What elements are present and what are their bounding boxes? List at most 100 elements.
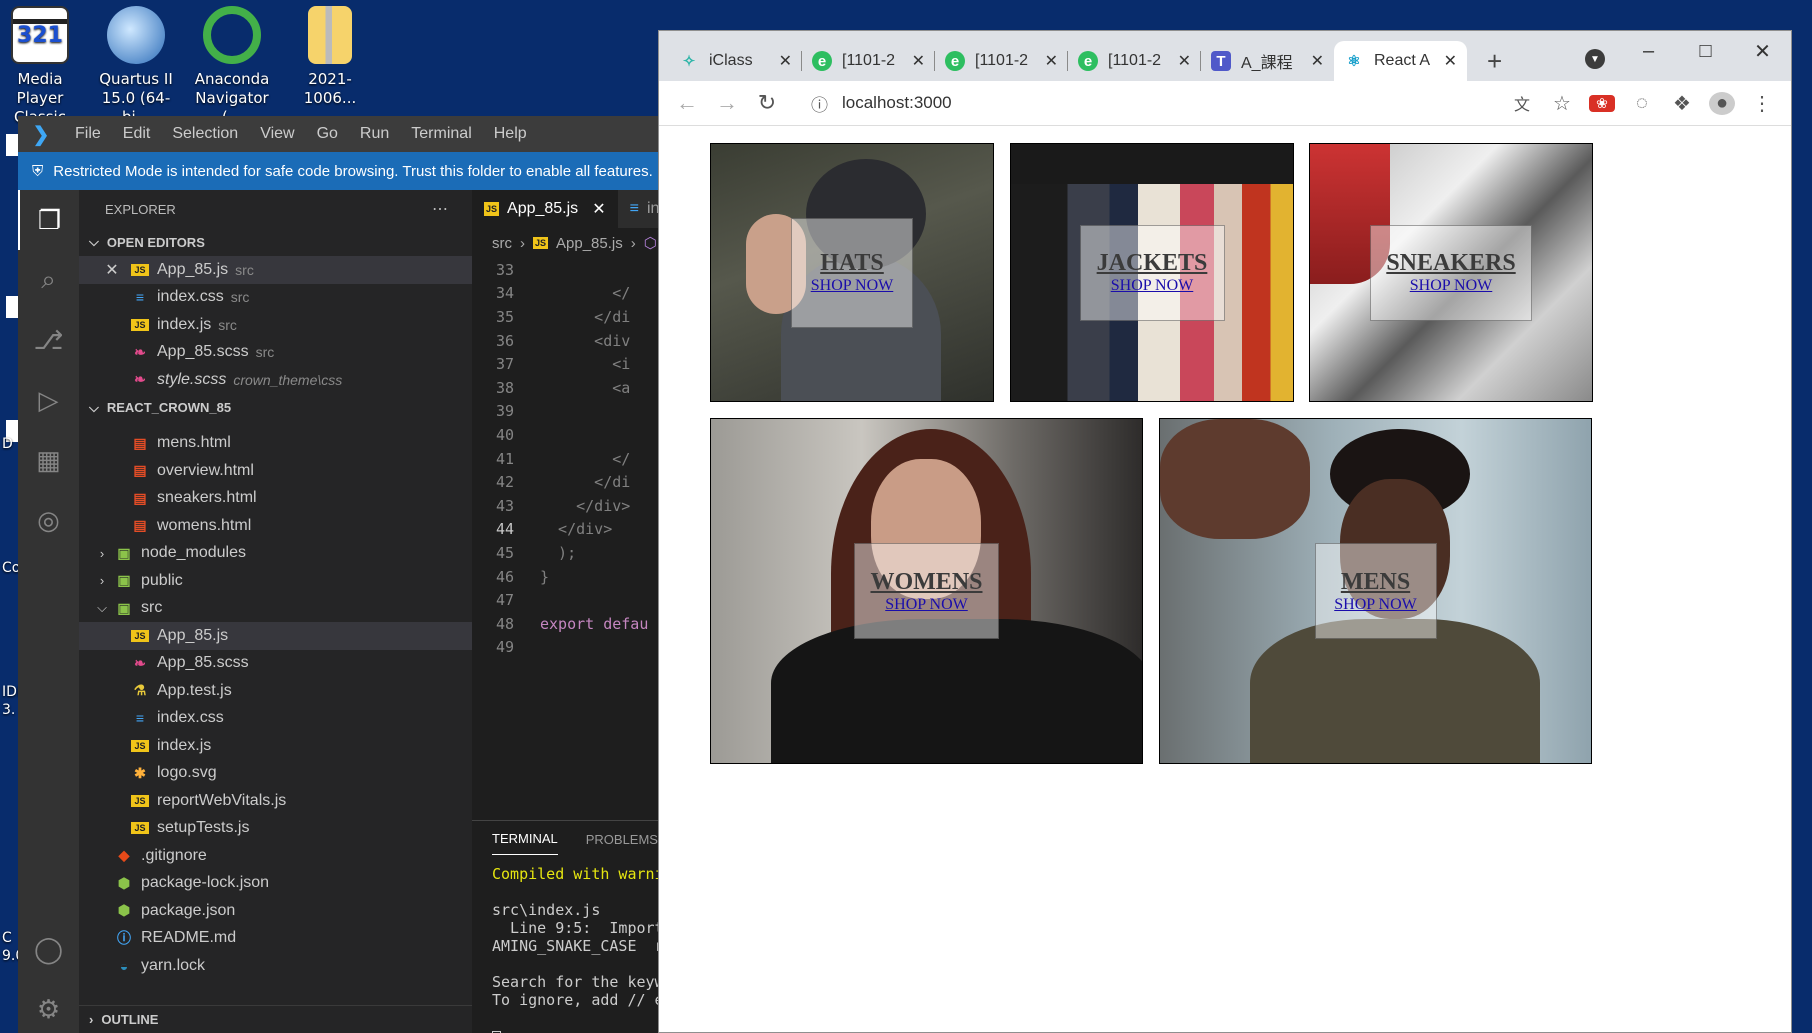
file-row[interactable]: JS setupTests.js <box>79 815 472 843</box>
browser-tab-evernote-3[interactable]: e [1101-2 ✕ <box>1068 41 1201 81</box>
tab-terminal[interactable]: TERMINAL <box>492 831 558 855</box>
breadcrumb-src[interactable]: src <box>492 235 512 252</box>
explorer-icon[interactable]: ❐ <box>18 190 79 250</box>
new-tab-button[interactable]: + <box>1467 46 1518 81</box>
info-icon[interactable]: ⓘ <box>811 91 828 116</box>
browser-tab-react-app[interactable]: ⚛ React A ✕ <box>1334 41 1467 81</box>
category-tile-sneakers[interactable]: SNEAKERS SHOP NOW <box>1309 143 1593 402</box>
file-row[interactable]: ◆ .gitignore <box>79 842 472 870</box>
file-row[interactable]: ◒ yarn.lock <box>79 952 472 980</box>
menu-go[interactable]: Go <box>306 125 349 143</box>
maximize-button[interactable]: □ <box>1677 31 1734 71</box>
code-editor[interactable]: 33 34 </35 </di 36 <div 37 <i 38 <a 39 40 41 </… <box>472 258 658 659</box>
address-bar[interactable]: ⓘ localhost:3000 <box>799 86 1509 120</box>
profile-avatar-icon[interactable]: ● <box>1709 91 1735 115</box>
file-row[interactable]: › ▣ node_modules <box>79 540 472 568</box>
close-tab-icon[interactable]: ✕ <box>779 51 792 71</box>
extensions-icon[interactable]: ▦ <box>18 430 79 490</box>
git-graph-icon[interactable]: ◎ <box>18 490 79 550</box>
file-row[interactable]: ⚗ App.test.js <box>79 677 472 705</box>
file-row[interactable]: ⬢ package.json <box>79 897 472 925</box>
category-tile-womens[interactable]: WOMENS SHOP NOW <box>710 418 1143 764</box>
extensions-puzzle-icon[interactable]: ❖ <box>1669 91 1695 116</box>
outline-section[interactable]: › OUTLINE <box>79 1005 472 1033</box>
category-tile-mens[interactable]: MENS SHOP NOW <box>1159 418 1592 764</box>
desktop-icon-anaconda[interactable]: Anaconda Navigator (... <box>186 4 278 127</box>
file-row[interactable]: JS App_85.js <box>79 622 472 650</box>
bookmark-star-icon[interactable]: ☆ <box>1549 91 1575 116</box>
file-row[interactable]: ⌵ ▣ src <box>79 595 472 623</box>
desktop-icon-quartus[interactable]: Quartus II 15.0 (64-bi... <box>90 4 182 127</box>
extension-circle-icon[interactable]: ◌ <box>1629 92 1655 115</box>
chrome-menu-icon[interactable]: ⋮ <box>1749 91 1775 116</box>
file-row[interactable]: ▤ sneakers.html <box>79 485 472 513</box>
menu-help[interactable]: Help <box>483 125 538 143</box>
shop-now-link[interactable]: SHOP NOW <box>1334 596 1417 614</box>
file-row[interactable]: ⬢ package-lock.json <box>79 870 472 898</box>
source-control-icon[interactable]: ⎇ <box>18 310 79 370</box>
restricted-mode-banner[interactable]: ⛨ Restricted Mode is intended for safe c… <box>18 152 658 190</box>
browser-tab-iclass[interactable]: ✧ iClass ✕ <box>669 41 802 81</box>
account-icon[interactable]: ◯ <box>18 919 79 979</box>
forward-arrow-icon[interactable]: → <box>707 90 747 116</box>
file-row[interactable]: ▤ mens.html <box>79 430 472 458</box>
shop-now-link[interactable]: SHOP NOW <box>1111 277 1194 295</box>
file-row[interactable]: JS reportWebVitals.js <box>79 787 472 815</box>
file-row[interactable]: JS index.js <box>79 732 472 760</box>
file-row[interactable]: ✱ logo.svg <box>79 760 472 788</box>
close-tab-icon[interactable]: ✕ <box>1178 51 1191 71</box>
close-icon[interactable]: ✕ <box>103 260 121 280</box>
file-row[interactable]: ✕ JS App_85.js src <box>79 256 472 284</box>
menu-selection[interactable]: Selection <box>161 125 249 143</box>
file-row[interactable]: ▤ womens.html <box>79 512 472 540</box>
menu-view[interactable]: View <box>249 125 305 143</box>
search-icon[interactable]: ⌕ <box>18 250 79 310</box>
file-row[interactable]: ≡ index.css <box>79 705 472 733</box>
shop-now-link[interactable]: SHOP NOW <box>811 277 894 295</box>
minimize-button[interactable]: – <box>1620 31 1677 71</box>
browser-tab-teams[interactable]: T A_課程 ✕ <box>1201 41 1334 81</box>
menu-terminal[interactable]: Terminal <box>400 125 482 143</box>
open-editors-section[interactable]: ⌵ OPEN EDITORS <box>79 228 472 256</box>
close-tab-icon[interactable]: ✕ <box>1311 51 1324 71</box>
file-row[interactable]: ❧ style.scss crown_theme\css <box>79 366 472 394</box>
terminal-output[interactable]: Compiled with warnin src\index.js Line 9:… <box>472 855 658 1009</box>
shop-now-link[interactable]: SHOP NOW <box>1410 277 1493 295</box>
file-row[interactable]: JS index.js src <box>79 311 472 339</box>
file-row[interactable]: › ▣ public <box>79 567 472 595</box>
category-tile-hats[interactable]: HATS SHOP NOW <box>710 143 994 402</box>
extension-red-icon[interactable]: ❀ <box>1589 94 1615 112</box>
menu-run[interactable]: Run <box>349 125 400 143</box>
shop-now-link[interactable]: SHOP NOW <box>885 596 968 614</box>
close-tab-icon[interactable]: ✕ <box>1444 51 1457 71</box>
menu-file[interactable]: File <box>64 125 112 143</box>
menu-edit[interactable]: Edit <box>112 125 162 143</box>
more-actions-icon[interactable]: ⋯ <box>432 199 450 219</box>
file-row[interactable]: ⓘ README.md <box>79 925 472 953</box>
editor-tab-app85[interactable]: JS App_85.js ✕ <box>472 190 618 228</box>
tab-search-dropdown-icon[interactable]: ▼ <box>1585 49 1605 69</box>
run-debug-icon[interactable]: ▷ <box>18 370 79 430</box>
settings-gear-icon[interactable]: ⚙ <box>18 979 79 1033</box>
file-row[interactable]: ≡ index.css src <box>79 284 472 312</box>
project-section[interactable]: ⌵ REACT_CROWN_85 <box>79 394 472 422</box>
category-tile-jackets[interactable]: JACKETS SHOP NOW <box>1010 143 1294 402</box>
close-tab-icon[interactable]: ✕ <box>912 51 925 71</box>
translate-icon[interactable]: 文 <box>1509 91 1535 115</box>
close-window-button[interactable]: ✕ <box>1734 31 1791 71</box>
browser-tab-title: React A <box>1374 52 1431 69</box>
close-tab-icon[interactable]: ✕ <box>1045 51 1058 71</box>
file-row[interactable]: ❧ App_85.scss <box>79 650 472 678</box>
breadcrumb-file[interactable]: App_85.js <box>556 235 623 252</box>
browser-tab-evernote-2[interactable]: e [1101-2 ✕ <box>935 41 1068 81</box>
editor-tab-index[interactable]: ≡ in <box>617 190 658 228</box>
close-icon[interactable]: ✕ <box>592 199 605 219</box>
back-arrow-icon[interactable]: ← <box>667 90 707 116</box>
reload-icon[interactable]: ↻ <box>747 90 787 116</box>
file-row[interactable]: ▤ overview.html <box>79 457 472 485</box>
file-row[interactable]: ❧ App_85.scss src <box>79 339 472 367</box>
browser-tab-evernote-1[interactable]: e [1101-2 ✕ <box>802 41 935 81</box>
tab-problems[interactable]: PROBLEMS <box>586 832 658 855</box>
desktop-icon-media-player[interactable]: 321 Media Player Classic <box>0 4 86 127</box>
desktop-icon-zip[interactable]: 2021-1006... <box>284 4 376 108</box>
